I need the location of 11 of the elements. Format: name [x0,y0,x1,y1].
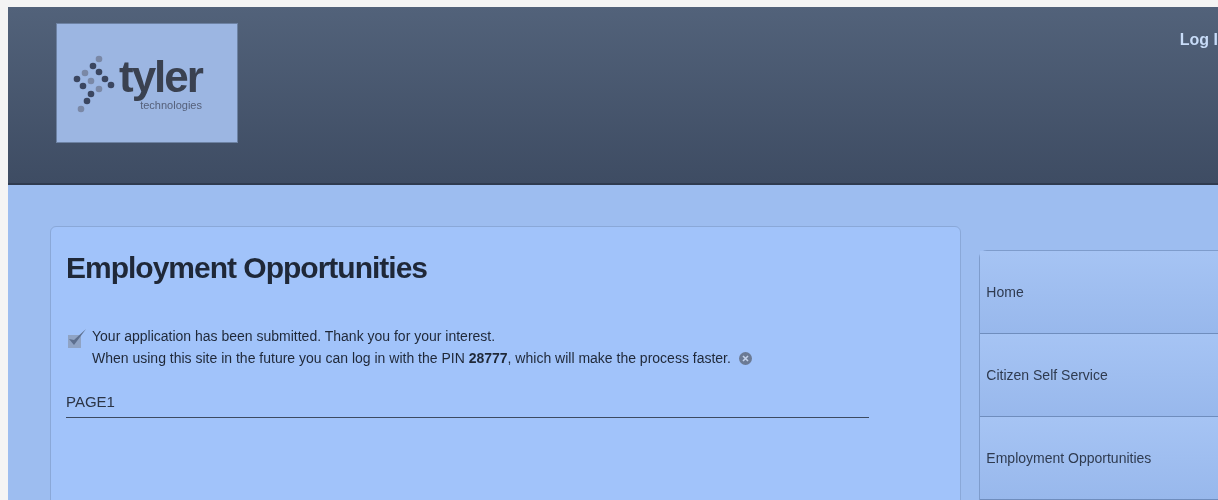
nav-item[interactable]: Employment Opportunities [980,417,1218,500]
nav-item[interactable]: Home [980,251,1218,334]
section-heading: PAGE1 [66,393,115,410]
message-text: When using this site in the future you can log in with the PIN 28777, which will make the process faster. [92,350,731,366]
login-link[interactable]: Log I [1179,31,1218,49]
nav-item[interactable]: Citizen Self Service [980,334,1218,417]
logo-name: tyler [119,55,202,99]
page-title: Employment Opportunities [66,251,429,285]
message-text: Your application has been submitted. Thank you for your interest. [92,328,496,344]
close-icon[interactable] [738,352,752,366]
checkmark-icon [66,327,88,349]
